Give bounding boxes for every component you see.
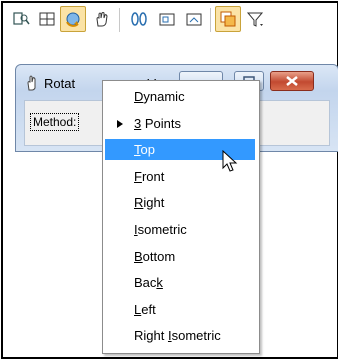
- menu-item[interactable]: Dynamic: [105, 86, 255, 107]
- menu-item-mnemonic: k: [156, 275, 163, 291]
- view-attributes-icon[interactable]: [215, 6, 241, 32]
- menu-item[interactable]: 3 Points: [105, 113, 255, 134]
- menu-item-label-suffix: sometric: [171, 328, 221, 344]
- menu-item[interactable]: Bottom: [105, 246, 255, 267]
- menu-item-mnemonic: R: [134, 195, 144, 211]
- close-icon: [286, 76, 298, 86]
- menu-item[interactable]: Back: [105, 272, 255, 293]
- menu-item-mnemonic: F: [134, 168, 142, 184]
- toolbar-separator: [119, 8, 120, 32]
- menu-item[interactable]: Right: [105, 192, 255, 213]
- pan-view-icon[interactable]: [88, 6, 114, 32]
- copy-view-icon[interactable]: [181, 6, 207, 32]
- menu-item-label-suffix: Points: [141, 115, 181, 131]
- menu-item[interactable]: Isometric: [105, 219, 255, 240]
- method-label: Method:: [30, 113, 80, 131]
- menu-item-mnemonic: D: [134, 89, 144, 104]
- menu-item-label-prefix: Right: [134, 328, 168, 344]
- menu-item-label-suffix: sometric: [137, 222, 187, 237]
- menu-item-label-suffix: ight: [143, 195, 165, 211]
- menu-item-label-suffix: eft: [141, 301, 156, 317]
- window-area-icon[interactable]: [154, 6, 180, 32]
- toolbar-separator: [210, 8, 211, 32]
- selected-bullet-icon: [117, 119, 123, 128]
- fit-view-icon[interactable]: [34, 6, 60, 32]
- view-toolbar: [2, 4, 334, 38]
- menu-item-label-suffix: ottom: [142, 248, 176, 264]
- select-view-icon[interactable]: [8, 6, 34, 32]
- rotate-view-icon[interactable]: [60, 6, 86, 32]
- menu-item[interactable]: Left: [105, 299, 255, 320]
- method-dropdown-menu: Dynamic 3 Points Top Front Right Isometric Bot…: [102, 80, 260, 354]
- menu-item-label-suffix: ynamic: [143, 89, 185, 104]
- close-button[interactable]: [270, 71, 314, 91]
- menu-item-mnemonic: B: [134, 248, 143, 264]
- mouse-pointer-icon: [222, 150, 238, 172]
- menu-item-label-suffix: op: [140, 142, 155, 158]
- menu-item-label-prefix: Bac: [134, 275, 157, 291]
- menu-item[interactable]: Right Isometric: [105, 325, 255, 346]
- view-filter-icon[interactable]: [243, 6, 269, 32]
- walk-view-icon[interactable]: [126, 6, 152, 32]
- rotate-view-icon: [24, 74, 40, 95]
- menu-item-label-suffix: ront: [141, 168, 165, 184]
